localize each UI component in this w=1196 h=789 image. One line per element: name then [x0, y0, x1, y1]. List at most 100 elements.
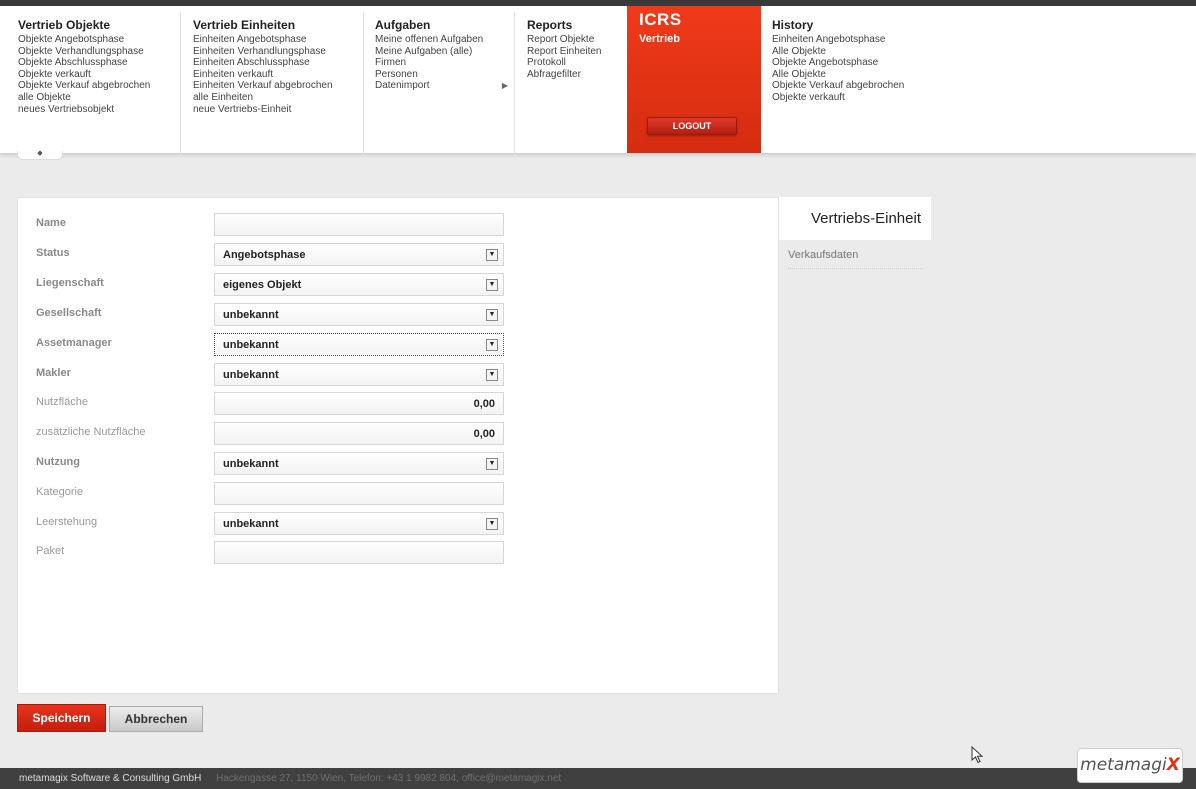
menu-item[interactable]: Einheiten Abschlussphase [193, 57, 363, 69]
chevron-down-icon[interactable]: ▼ [486, 279, 498, 291]
menu-item-datenimport[interactable]: Datenimport ▶ [375, 80, 508, 92]
select-value: unbekannt [223, 309, 279, 321]
form-row-liegenschaft: Liegenschaft eigenes Objekt ▼ [18, 273, 780, 297]
menu-item-label: Datenimport [375, 80, 430, 92]
menu-item[interactable]: Alle Objekte [772, 46, 972, 58]
footer: metamagix Software & Consulting GmbH Hac… [0, 768, 1196, 789]
form-row-zusaetzliche-nutzflaeche: zusätzliche Nutzfläche 0,00 [18, 422, 780, 446]
chevron-down-icon[interactable]: ▼ [486, 369, 498, 381]
menu-item[interactable]: Firmen [375, 57, 508, 69]
form-row-nutzung: Nutzung unbekannt ▼ [18, 452, 780, 476]
save-button[interactable]: Speichern [17, 704, 106, 732]
chevron-down-icon[interactable]: ▼ [486, 458, 498, 470]
form-row-status: Status Angebotsphase ▼ [18, 243, 780, 267]
footer-address: Hackengasse 27, 1150 Wien, Telefon: +43 … [216, 773, 562, 784]
logout-button[interactable]: LOGOUT [647, 117, 737, 135]
select-value: unbekannt [223, 369, 279, 381]
menu-item[interactable]: Einheiten verkauft [193, 69, 363, 81]
tab-verkaufsdaten[interactable]: Verkaufsdaten [788, 249, 923, 269]
makler-select[interactable]: unbekannt ▼ [214, 363, 504, 386]
menu-item[interactable]: Personen [375, 69, 508, 81]
metamagix-logo: metamagiX [1077, 748, 1183, 783]
logo-accent: X [1166, 755, 1180, 775]
menu-item[interactable]: Objekte Verhandlungsphase [18, 46, 180, 58]
menu-title-reports[interactable]: Reports [527, 18, 627, 32]
chevron-down-icon[interactable]: ▼ [486, 249, 498, 261]
form-row-leerstehung: Leerstehung unbekannt ▼ [18, 512, 780, 536]
cancel-button[interactable]: Abbrechen [109, 706, 203, 732]
field-label: Kategorie [36, 486, 84, 498]
nutzung-select[interactable]: unbekannt ▼ [214, 452, 504, 475]
form-row-paket: Paket [18, 541, 780, 565]
kategorie-input[interactable] [214, 482, 504, 505]
liegenschaft-select[interactable]: eigenes Objekt ▼ [214, 273, 504, 296]
menu-item[interactable]: neue Vertriebs-Einheit [193, 104, 363, 116]
select-value: Angebotsphase [223, 249, 306, 261]
tab-vertriebs-einheit[interactable]: Vertriebs-Einheit [779, 197, 931, 240]
menu-item[interactable]: neues Vertriebsobjekt [18, 104, 180, 116]
paket-input[interactable] [214, 541, 504, 564]
nutzflaeche-input[interactable]: 0,00 [214, 392, 504, 415]
menu-history: History Einheiten Angebotsphase Alle Obj… [772, 12, 972, 159]
form-row-name: Name [18, 213, 780, 237]
menu-item[interactable]: Einheiten Verhandlungsphase [193, 46, 363, 58]
menu-item[interactable]: Protokoll [527, 57, 627, 69]
field-label: Paket [36, 545, 65, 557]
menu-toggle-handle[interactable]: ◆ [17, 150, 63, 160]
menu-vertrieb-einheiten: Vertrieb Einheiten Einheiten Angebotspha… [180, 12, 363, 159]
menu-item[interactable]: Einheiten Verkauf abgebrochen [193, 80, 363, 92]
form-row-nutzflaeche: Nutzfläche 0,00 [18, 392, 780, 416]
chevron-down-icon[interactable]: ▼ [486, 518, 498, 530]
menu-title-vertrieb-einheiten[interactable]: Vertrieb Einheiten [193, 18, 363, 32]
select-value: eigenes Objekt [223, 279, 302, 291]
field-label: Status [36, 247, 70, 259]
menu-item[interactable]: Report Objekte [527, 34, 627, 46]
menu-title-vertrieb-objekte[interactable]: Vertrieb Objekte [18, 18, 180, 32]
top-menu: Vertrieb Objekte Objekte Angebotsphase O… [0, 0, 1196, 159]
status-select[interactable]: Angebotsphase ▼ [214, 243, 504, 266]
field-label: Leerstehung [36, 516, 98, 528]
menu-title-history[interactable]: History [772, 18, 972, 32]
gesellschaft-select[interactable]: unbekannt ▼ [214, 303, 504, 326]
menu-item[interactable]: Objekte Abschlussphase [18, 57, 180, 69]
select-value: unbekannt [223, 518, 279, 530]
submenu-arrow-icon: ▶ [501, 81, 508, 91]
menu-item[interactable]: Einheiten Angebotsphase [772, 34, 972, 46]
app-subtitle: Vertrieb [639, 33, 680, 45]
menu-item[interactable]: Objekte Verkauf abgebrochen [18, 80, 180, 92]
menu-vertrieb-objekte: Vertrieb Objekte Objekte Angebotsphase O… [18, 12, 180, 159]
field-label: Gesellschaft [36, 307, 102, 319]
select-value: unbekannt [223, 458, 279, 470]
menu-item[interactable]: Meine offenen Aufgaben [375, 34, 508, 46]
form-row-gesellschaft: Gesellschaft unbekannt ▼ [18, 303, 780, 327]
menu-item[interactable]: alle Einheiten [193, 92, 363, 104]
menu-item[interactable]: Objekte Angebotsphase [18, 34, 180, 46]
chevron-down-icon[interactable]: ▼ [486, 309, 498, 321]
menu-item[interactable]: Objekte verkauft [772, 92, 972, 104]
menu-title-aufgaben[interactable]: Aufgaben [375, 18, 508, 32]
menu-item[interactable]: Objekte Angebotsphase [772, 57, 972, 69]
field-label: Makler [36, 367, 71, 379]
menu-item[interactable]: Abfragefilter [527, 69, 627, 81]
menu-item[interactable]: Meine Aufgaben (alle) [375, 46, 508, 58]
menu-item[interactable]: Einheiten Angebotsphase [193, 34, 363, 46]
assetmanager-select[interactable]: unbekannt ▼ [214, 333, 504, 356]
menu-item[interactable]: Report Einheiten [527, 46, 627, 58]
menu-item[interactable]: alle Objekte [18, 92, 180, 104]
menu-item[interactable]: Objekte verkauft [18, 69, 180, 81]
name-input[interactable] [214, 213, 504, 236]
chevron-down-icon[interactable]: ▼ [486, 339, 498, 351]
form-row-kategorie: Kategorie [18, 482, 780, 506]
field-label: Name [36, 217, 66, 229]
leerstehung-select[interactable]: unbekannt ▼ [214, 512, 504, 535]
form-panel: Name Status Angebotsphase ▼ Liegenschaft … [17, 197, 779, 694]
menu-reports: Reports Report Objekte Report Einheiten … [514, 12, 627, 159]
mouse-cursor-icon [971, 746, 984, 764]
field-label: Liegenschaft [36, 277, 104, 289]
zusaetzliche-nutzflaeche-input[interactable]: 0,00 [214, 422, 504, 445]
field-label: zusätzliche Nutzfläche [36, 426, 146, 438]
select-value: unbekannt [223, 339, 279, 351]
menu-item[interactable]: Alle Objekte [772, 69, 972, 81]
form-row-makler: Makler unbekannt ▼ [18, 363, 780, 387]
menu-item[interactable]: Objekte Verkauf abgebrochen [772, 80, 972, 92]
